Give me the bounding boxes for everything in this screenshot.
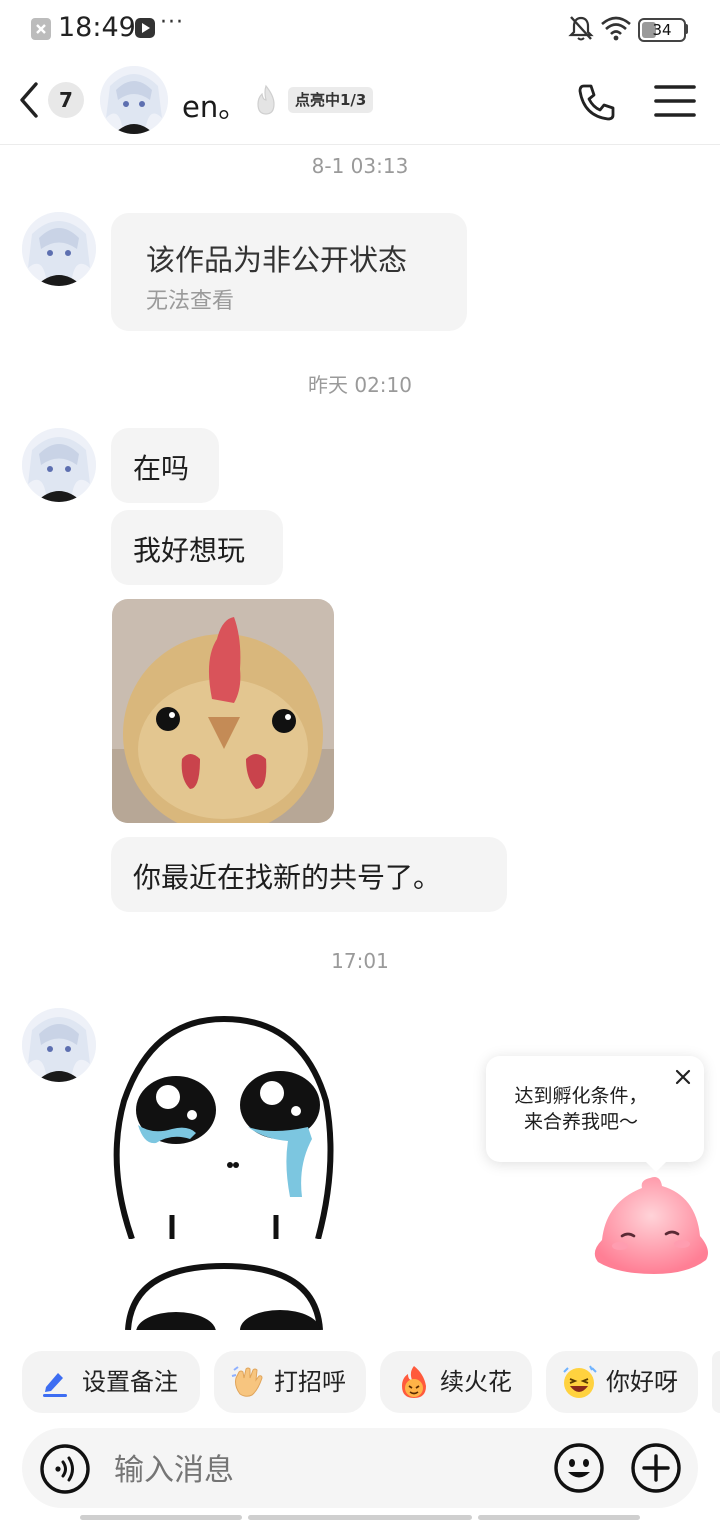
battery-cap [684,24,688,34]
timestamp: 8-1 03:13 [311,154,409,178]
spark-flame-icon[interactable] [252,84,280,116]
message-text: 你最近在找新的共号了。 [133,861,442,894]
crying-face-sticker-image[interactable] [112,1015,335,1239]
timestamp: 昨天 02:10 [308,373,412,397]
message-text: 我好想玩 [133,534,246,567]
quick-reply-continue-spark[interactable]: 续火花 [380,1351,532,1413]
voice-input-icon[interactable] [38,1442,92,1496]
chip-label: 你好呀 [606,1368,678,1396]
anime-avatar-image [22,1008,96,1082]
anime-avatar-image [22,212,96,286]
app-notification-icon [31,18,51,40]
battery-indicator: 34 [638,18,686,42]
phone-call-icon[interactable] [574,80,618,124]
gesture-bar-segment [478,1515,640,1520]
quick-reply-greet[interactable]: 打招呼 [214,1351,366,1413]
status-time: 18:49 [58,12,136,43]
emoji-icon[interactable] [552,1441,606,1495]
post-unavailable-title: 该作品为非公开状态 [146,243,408,277]
crying-face-sticker-image[interactable] [112,1260,335,1330]
anime-avatar-image [22,428,96,502]
chicken-sticker-image[interactable] [112,599,334,823]
timestamp: 17:01 [331,949,389,973]
unread-count-badge[interactable]: 7 [48,82,84,118]
chicken-face-image [112,599,334,823]
pet-hatch-tooltip[interactable]: 达到孵化条件， 来合养我吧～ [486,1056,704,1162]
sender-avatar[interactable] [22,212,96,286]
status-bar: 18:49 ··· 34 [0,0,720,56]
tooltip-line-1: 达到孵化条件， [514,1085,648,1107]
post-unavailable-subtitle: 无法查看 [146,289,235,314]
pet-mascot-icon[interactable] [588,1172,718,1280]
back-arrow-icon[interactable] [14,80,44,120]
quick-reply-set-remark[interactable]: 设置备注 [22,1351,200,1413]
gesture-bar-segment [248,1515,472,1520]
message-bubble[interactable]: 我好想玩 [111,510,283,585]
laughing-face-icon [563,1365,597,1398]
battery-percentage: 34 [652,21,672,39]
message-bubble[interactable]: 在吗 [111,428,219,503]
message-text: 在吗 [133,452,190,485]
sender-avatar[interactable] [22,428,96,502]
add-attachment-icon[interactable] [629,1441,683,1495]
quick-reply-overflow[interactable] [712,1351,720,1413]
message-bubble[interactable]: 你最近在找新的共号了。 [111,837,507,912]
menu-icon[interactable] [654,84,696,118]
fire-face-icon [402,1366,426,1398]
chip-label: 打招呼 [274,1368,346,1396]
gesture-bar-segment [80,1515,242,1520]
spark-status-badge[interactable]: 点亮中1/3 [288,87,374,113]
message-input[interactable] [112,1446,536,1494]
chip-label: 设置备注 [82,1368,178,1396]
contact-name[interactable]: en。 [182,84,247,126]
anime-avatar-image [100,66,168,134]
contact-avatar[interactable] [100,66,168,134]
chip-label: 续火花 [440,1368,512,1396]
mute-bell-icon [568,16,594,41]
pencil-icon [43,1373,67,1397]
wifi-icon [601,16,631,41]
crying-face-image [112,1015,335,1239]
video-play-icon [135,18,155,38]
tooltip-line-2: 来合养我吧～ [523,1111,638,1133]
crying-face-image [112,1260,335,1330]
status-more-indicator: ··· [160,10,184,35]
waving-hand-icon [231,1366,263,1397]
shared-post-card[interactable]: 该作品为非公开状态 无法查看 [111,213,467,331]
close-icon[interactable] [674,1068,692,1086]
sender-avatar[interactable] [22,1008,96,1082]
quick-reply-hello[interactable]: 你好呀 [546,1351,698,1413]
